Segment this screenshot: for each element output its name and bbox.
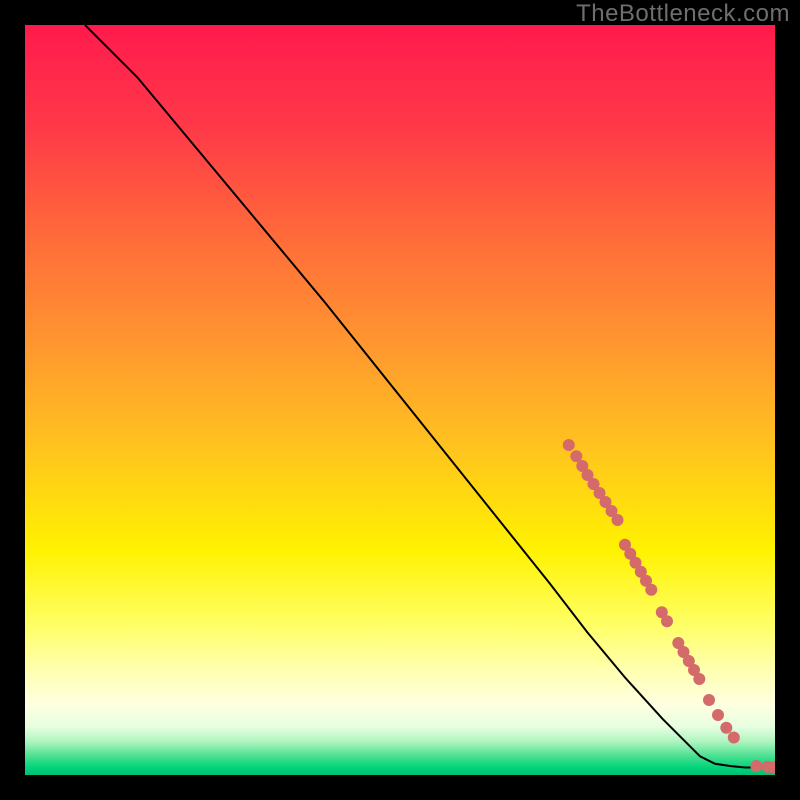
chart-plot [25,25,775,775]
watermark-text: TheBottleneck.com [576,0,790,28]
data-point [703,694,715,706]
plot-background [25,25,775,775]
data-point [693,673,705,685]
data-point [750,760,762,772]
chart-stage: TheBottleneck.com [0,0,800,800]
data-point [612,514,624,526]
data-point [720,722,732,734]
data-point [712,709,724,721]
data-point [661,615,673,627]
data-point [645,584,657,596]
data-point [563,439,575,451]
data-point [728,732,740,744]
